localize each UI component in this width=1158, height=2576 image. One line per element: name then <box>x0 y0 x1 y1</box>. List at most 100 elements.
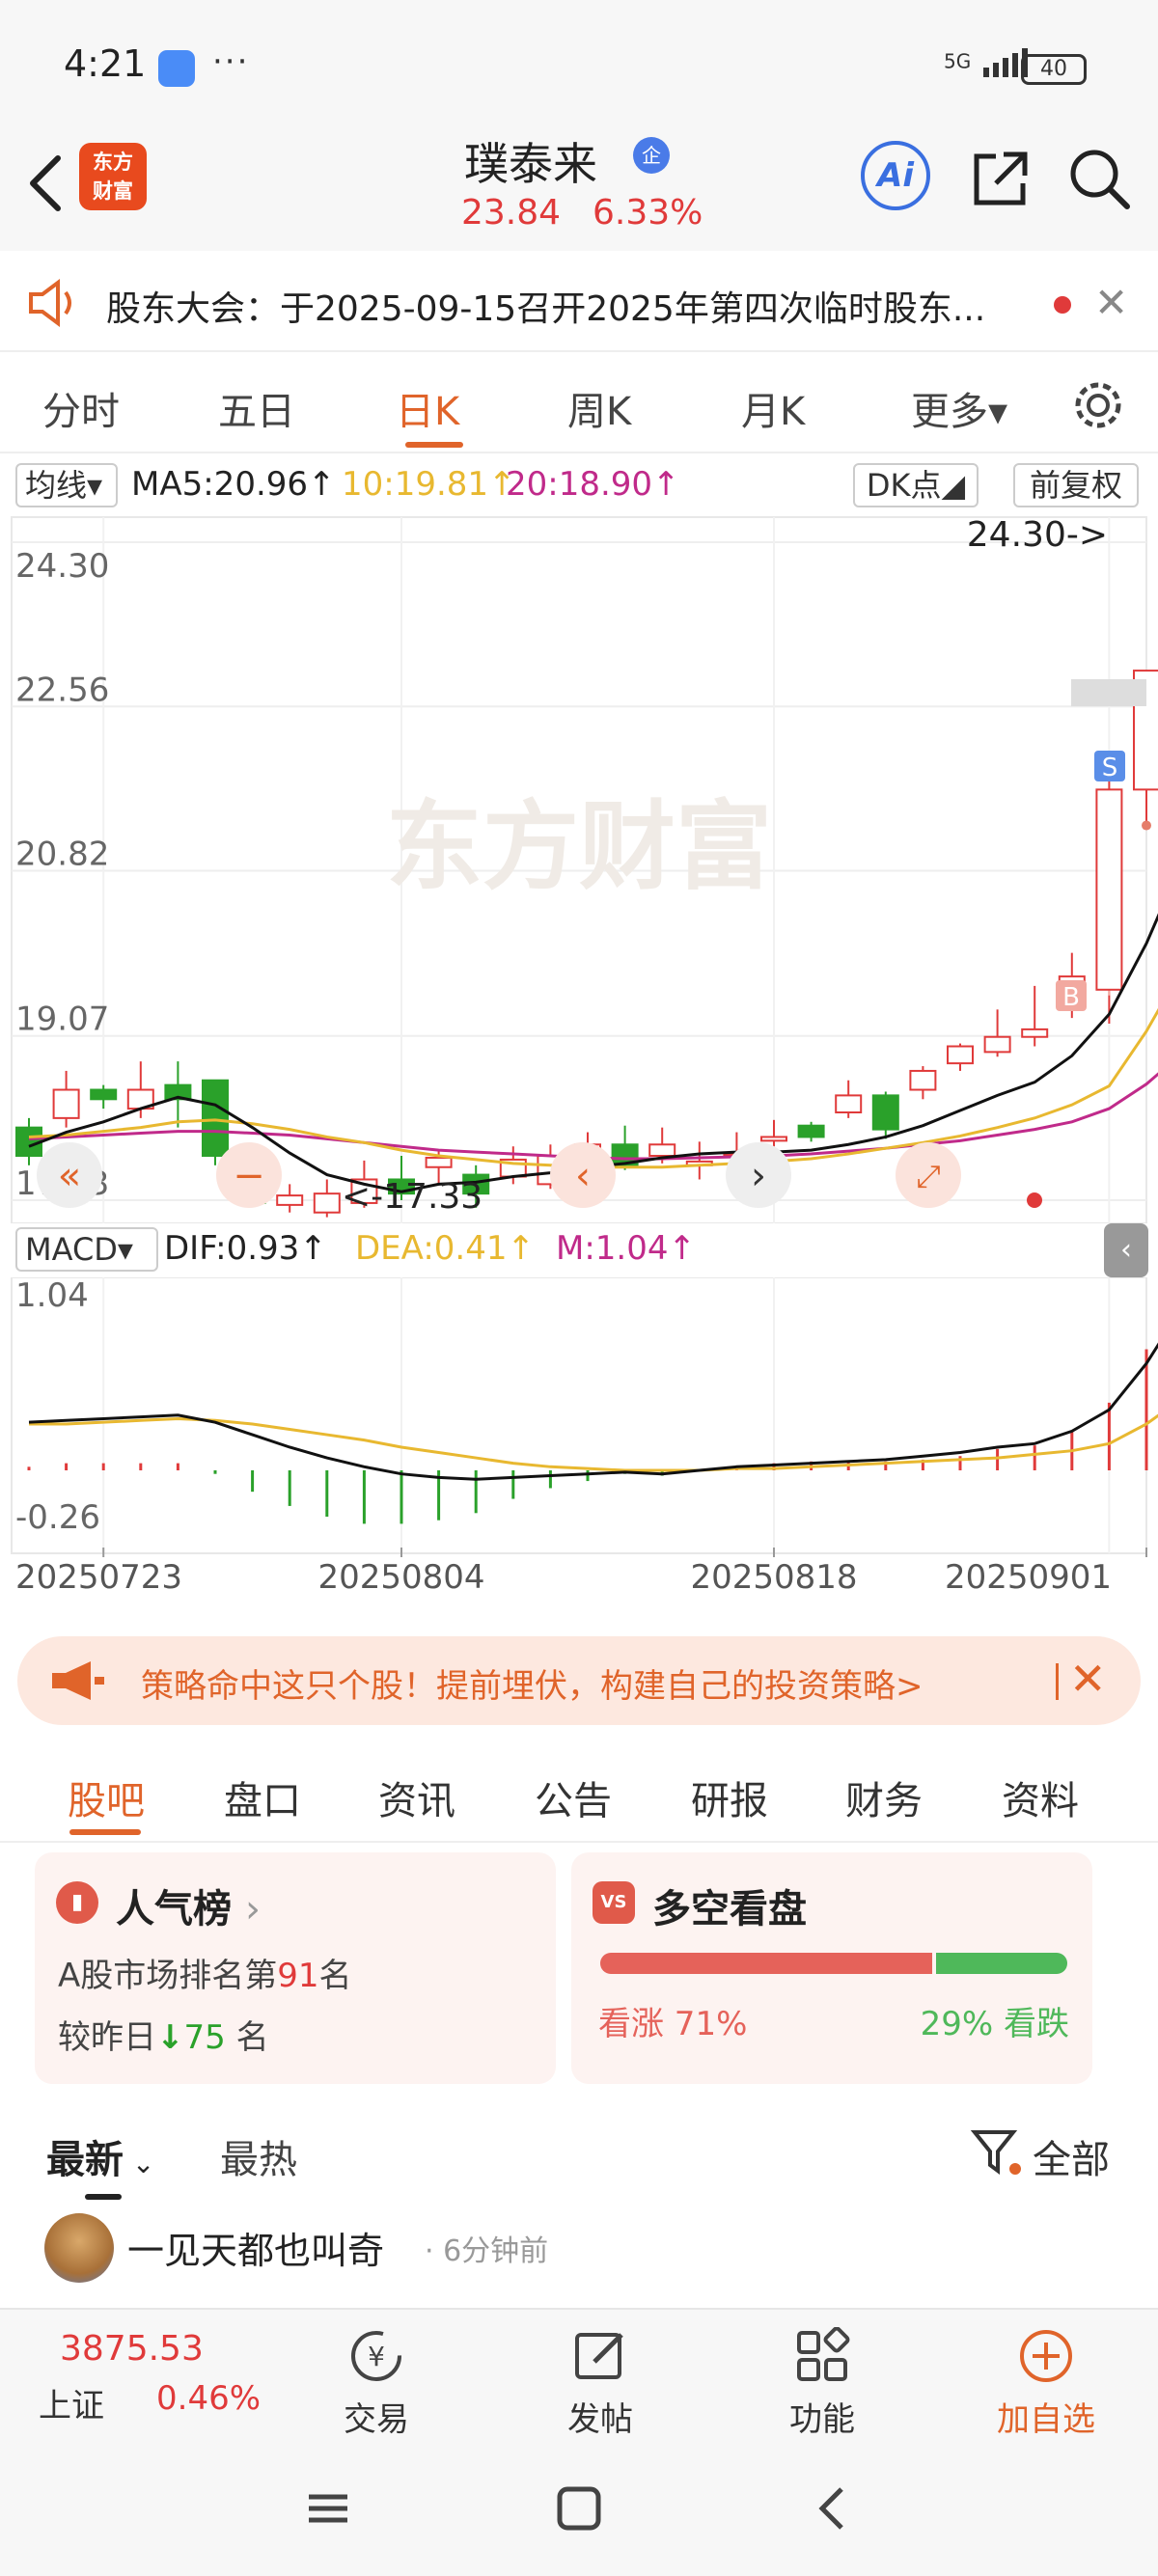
candlestick-chart[interactable]: 东方财富 24.3022.5620.8219.0717.33 24.30-> <… <box>0 513 1158 1623</box>
network-type: 5G <box>944 49 972 73</box>
avatar[interactable] <box>44 2213 114 2283</box>
post-author[interactable]: 一见天都也叫奇 <box>127 2221 384 2274</box>
yen-circle-icon: ¥ <box>351 2331 401 2381</box>
expand-icon: ⤢ <box>916 1158 941 1194</box>
active-tab-indicator <box>69 1829 141 1835</box>
vs-icon: VS <box>593 1881 635 1924</box>
nav-add-watchlist[interactable]: 加自选 <box>988 2319 1104 2439</box>
change-suffix: 名 <box>225 2018 269 2057</box>
chart-bars-icon: ▮ <box>56 1881 98 1924</box>
tab-five-day[interactable]: 五日 <box>218 380 295 436</box>
ma-selector[interactable]: 均线▾ <box>15 463 118 507</box>
adjust-price-button[interactable]: 前复权 <box>1013 463 1139 507</box>
tab-order-book[interactable]: 盘口 <box>224 1769 301 1825</box>
search-icon[interactable] <box>1065 145 1133 212</box>
collapse-panel-button[interactable]: ‹ <box>1104 1223 1148 1277</box>
nav-functions[interactable]: 功能 <box>764 2319 880 2439</box>
rank-prefix: A股市场排名第 <box>58 1957 278 1995</box>
close-icon[interactable]: ✕ <box>1069 1654 1107 1704</box>
candle-body <box>909 1069 937 1091</box>
svg-text:¥: ¥ <box>368 2341 385 2372</box>
announcement-bar[interactable]: 股东大会：于2025-09-15召开2025年第四次临时股东... ✕ <box>0 256 1158 352</box>
x-tick-label: 20250723 <box>15 1558 182 1597</box>
candle-body <box>1021 1028 1049 1038</box>
tab-news[interactable]: 资讯 <box>378 1769 455 1825</box>
strategy-banner[interactable]: 策略命中这只个股！提前埋伏，构建自己的投资策略> ✕ <box>17 1636 1141 1725</box>
popularity-card[interactable]: ▮ 人气榜 › A股市场排名第91名 较昨日↓75 名 <box>35 1852 556 2084</box>
bullish-label: 看涨 71% <box>598 2005 748 2043</box>
home-icon[interactable] <box>557 2486 601 2531</box>
notification-app-icon <box>158 50 195 87</box>
macd-lines <box>28 1342 1158 1481</box>
ma-indicator-row: 均线▾ MA5:20.96↑ 10:19.81↑ 20:18.90↑ DK点◢ … <box>0 459 1158 513</box>
chevron-right-icon: › <box>751 1154 766 1198</box>
megaphone-icon <box>46 1659 108 1702</box>
plus-circle-icon <box>1020 2330 1072 2382</box>
tab-monthly-k[interactable]: 月K <box>741 380 805 436</box>
tab-weekly-k[interactable]: 周K <box>567 380 631 436</box>
enterprise-badge: 企 <box>633 137 670 174</box>
chevron-left-icon: ‹ <box>575 1154 591 1198</box>
back-button[interactable] <box>19 145 77 222</box>
sentiment-card[interactable]: VS 多空看盘 看涨 71% 29% 看跌 <box>571 1852 1092 2084</box>
status-bar: 4:21 ··· 5G 40 <box>0 0 1158 125</box>
tab-daily-k[interactable]: 日K <box>396 380 459 436</box>
nav-trade[interactable]: ¥ 交易 <box>318 2319 434 2439</box>
gear-icon[interactable] <box>1071 378 1125 432</box>
y-tick-label: 24.30 <box>15 547 109 586</box>
ma5-line <box>28 913 1158 1193</box>
battery-icon: 40 <box>1021 54 1087 85</box>
candle-body <box>648 1143 676 1158</box>
back-nav-icon[interactable] <box>818 2487 843 2530</box>
market-rank: A股市场排名第91名 <box>58 1949 352 1996</box>
arrow-down-icon: ↓ <box>156 2018 184 2057</box>
high-price-marker: 24.30-> <box>967 515 1108 555</box>
more-notifications-icon: ··· <box>212 42 250 81</box>
system-navigation-bar <box>0 2441 1158 2576</box>
ai-button[interactable]: Ai <box>861 141 930 210</box>
period-tabs: 分时 五日 日K 周K 月K 更多▾ <box>0 357 1158 453</box>
feed-sort-tabs: 最新 ⌄ 最热 全部 <box>0 2103 1158 2209</box>
bearish-bar <box>936 1953 1067 1974</box>
nav-post[interactable]: 发帖 <box>542 2319 658 2439</box>
tab-hot[interactable]: 最热 <box>220 2128 297 2184</box>
watermark-text: 东方财富 <box>386 790 772 903</box>
y-tick-label: 19.07 <box>15 1000 109 1039</box>
tab-more[interactable]: 更多▾ <box>911 380 1007 436</box>
tab-profile[interactable]: 资料 <box>1002 1769 1079 1825</box>
dk-point-button[interactable]: DK点◢ <box>853 463 979 507</box>
candle-body <box>871 1094 899 1131</box>
tab-financials[interactable]: 财务 <box>845 1769 923 1825</box>
x-axis-ticks: 20250723 20250804 20250818 20250901 <box>15 1548 1147 1597</box>
stock-price: 23.84 <box>461 193 562 233</box>
tab-intraday[interactable]: 分时 <box>42 380 120 436</box>
x-tick-label: 20250818 <box>690 1558 857 1597</box>
tab-latest[interactable]: 最新 ⌄ <box>46 2128 154 2184</box>
rank-suffix: 名 <box>318 1957 352 1995</box>
tab-forum[interactable]: 股吧 <box>68 1769 145 1825</box>
event-dot[interactable] <box>1027 1192 1042 1208</box>
ma20-value: 20:18.90↑ <box>506 465 680 504</box>
post-item[interactable]: 一见天都也叫奇 · 6分钟前 <box>0 2209 1158 2306</box>
ma20-line <box>28 1072 1158 1161</box>
close-icon[interactable]: ✕ <box>1094 281 1128 325</box>
dif-line <box>28 1342 1158 1481</box>
ma10-value: 10:19.81↑ <box>342 465 516 504</box>
filter-button[interactable]: 全部 <box>970 2123 1144 2182</box>
menu-icon[interactable] <box>309 2494 347 2523</box>
tab-announcements[interactable]: 公告 <box>535 1769 612 1825</box>
candle-body <box>425 1156 453 1168</box>
indicator-selector[interactable]: MACD▾ <box>15 1227 158 1272</box>
popularity-title: 人气榜 <box>116 1887 232 1932</box>
edit-icon <box>575 2333 623 2379</box>
index-name: 上证 <box>39 2387 104 2425</box>
candle-body <box>835 1094 863 1114</box>
macd-y-ticks: 1.04 -0.26 <box>15 1276 100 1537</box>
tab-research[interactable]: 研报 <box>691 1769 768 1825</box>
candle-body <box>760 1136 787 1142</box>
chevron-right-icon: › <box>244 1887 261 1932</box>
dif-value: DIF:0.93↑ <box>164 1229 327 1268</box>
unread-dot <box>1054 296 1071 314</box>
share-icon[interactable] <box>967 145 1034 212</box>
tab-latest-label: 最新 <box>46 2138 124 2182</box>
